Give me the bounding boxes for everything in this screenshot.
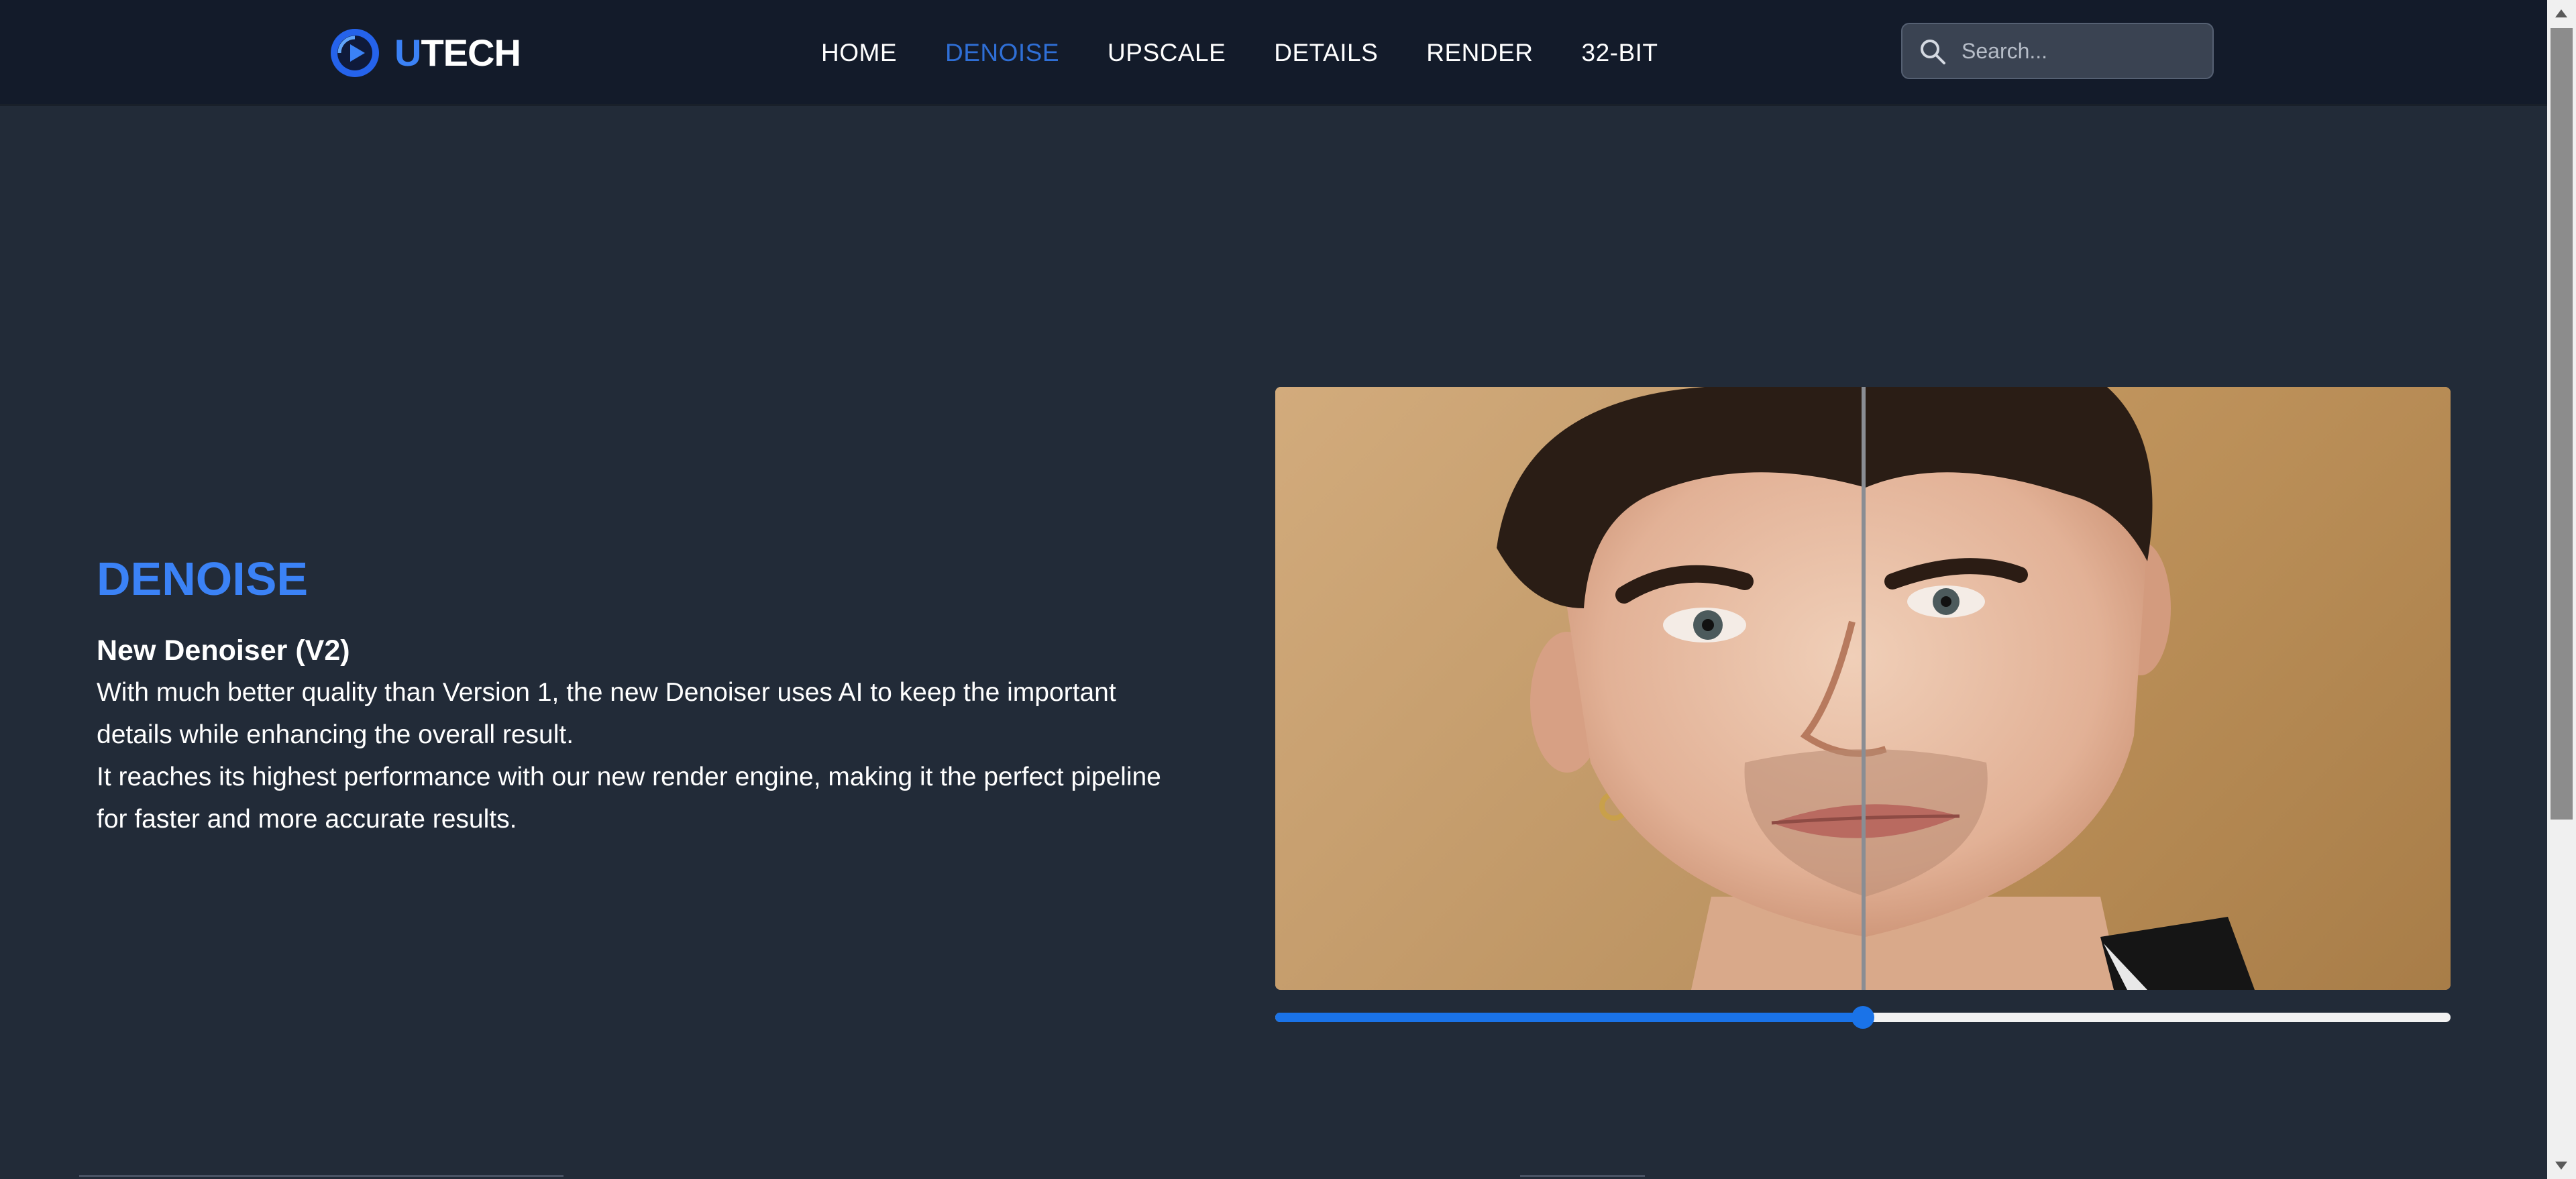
section-description: With much better quality than Version 1,… (97, 671, 1183, 840)
page-scrollbar[interactable] (2547, 0, 2576, 1179)
search-input[interactable] (1962, 24, 2203, 78)
slider-fill (1275, 1013, 1863, 1022)
nav-upscale[interactable]: UPSCALE (1108, 35, 1226, 71)
main-nav: HOME DENOISE UPSCALE DETAILS RENDER 32-B… (821, 35, 1658, 71)
section-subtitle: New Denoiser (V2) (97, 634, 350, 667)
comparison-divider[interactable] (1862, 387, 1866, 990)
search-icon (1921, 40, 1945, 64)
nav-details[interactable]: DETAILS (1274, 35, 1378, 71)
search-box[interactable] (1901, 23, 2214, 79)
slider-thumb[interactable] (1851, 1006, 1874, 1029)
divider (79, 1175, 564, 1177)
scroll-down-icon[interactable] (2555, 1162, 2567, 1170)
nav-denoise[interactable]: DENOISE (945, 35, 1059, 71)
nav-home[interactable]: HOME (821, 35, 897, 71)
section-title: DENOISE (97, 553, 309, 605)
divider (1520, 1175, 1645, 1177)
scrollbar-thumb[interactable] (2551, 28, 2573, 820)
description-paragraph: It reaches its highest performance with … (97, 763, 1161, 834)
brand-logo[interactable]: UTECH (330, 27, 521, 79)
nav-32-bit[interactable]: 32-BIT (1582, 35, 1658, 71)
top-navbar: UTECH HOME DENOISE UPSCALE DETAILS RENDE… (0, 0, 2547, 104)
scroll-up-icon[interactable] (2555, 9, 2567, 17)
brand-rest: TECH (421, 32, 521, 74)
logo-play-icon (331, 29, 379, 77)
brand-name: UTECH (394, 27, 521, 79)
description-paragraph: With much better quality than Version 1,… (97, 678, 1116, 749)
brand-initial: U (394, 32, 421, 74)
nav-render[interactable]: RENDER (1426, 35, 1533, 71)
comparison-slider[interactable] (1275, 1006, 2451, 1029)
